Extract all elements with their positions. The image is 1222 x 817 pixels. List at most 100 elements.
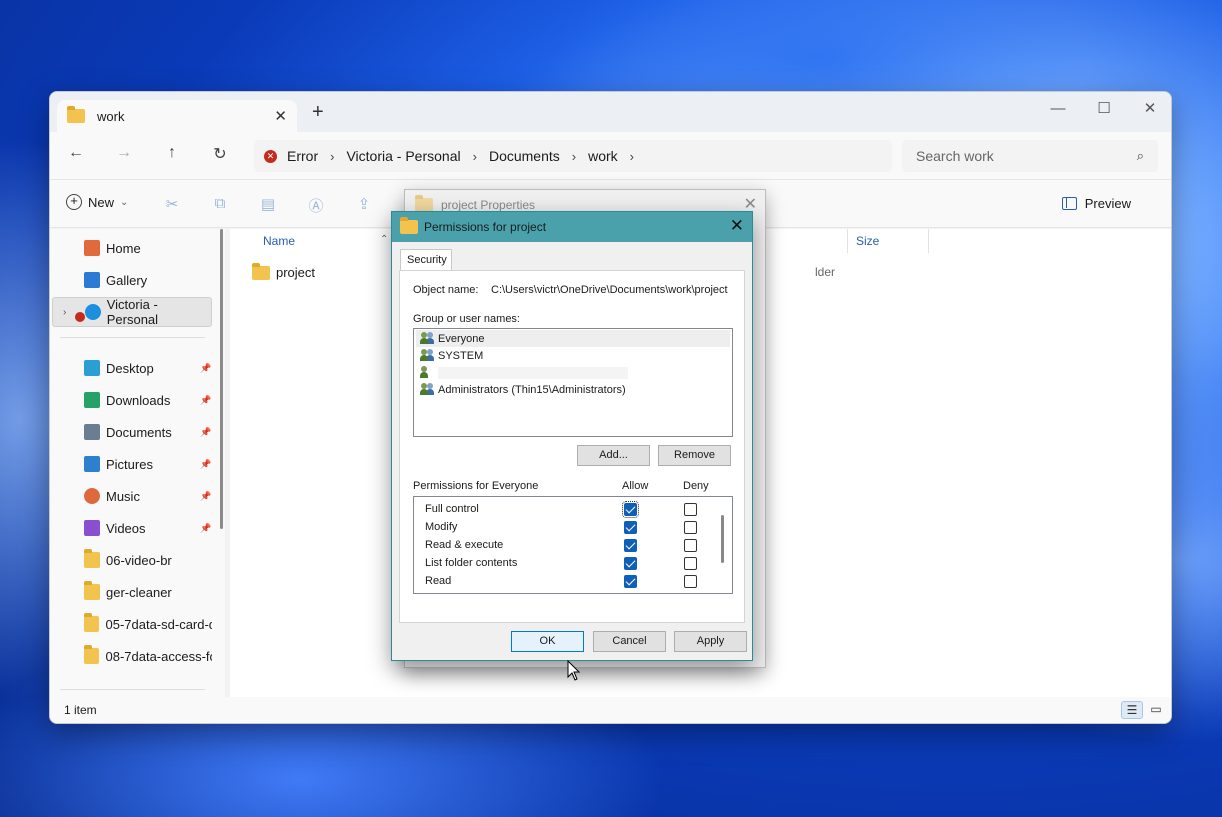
pin-icon: 📌 — [200, 426, 212, 437]
sidebar-item-victoria-personal[interactable]: › Victoria - Personal — [52, 297, 212, 327]
desktop-icon — [84, 360, 100, 376]
close-icon[interactable]: ✕ — [730, 217, 744, 235]
new-tab-button[interactable]: + — [312, 102, 324, 122]
tab-close-icon[interactable]: ✕ — [274, 107, 287, 125]
chevron-right-icon[interactable]: › — [624, 149, 640, 164]
tiles-view-icon[interactable]: ▭ — [1145, 701, 1167, 719]
permissions-scrollbar[interactable] — [721, 515, 724, 563]
sidebar-item-folder[interactable]: 06-video-br — [52, 545, 212, 575]
breadcrumb-work[interactable]: work — [582, 148, 624, 164]
breadcrumb: ✕ Error › Victoria - Personal › Document… — [254, 140, 892, 172]
sidebar-item-documents[interactable]: Documents 📌 — [52, 417, 212, 447]
deny-checkbox[interactable] — [684, 503, 697, 516]
permission-row-modify: Modify — [425, 521, 725, 539]
sidebar-item-videos[interactable]: Videos 📌 — [52, 513, 212, 543]
forward-button[interactable]: → — [112, 144, 136, 162]
users-listbox[interactable]: Everyone SYSTEM Administrators (Thin15\A… — [413, 328, 733, 437]
deny-checkbox[interactable] — [684, 539, 697, 552]
column-header-name[interactable]: Name — [263, 234, 295, 248]
add-button[interactable]: Add... — [577, 445, 650, 466]
file-type-text: lder — [815, 265, 836, 279]
refresh-button[interactable]: ↻ — [208, 144, 232, 164]
permission-row-list-folder-contents: List folder contents — [425, 557, 725, 575]
item-count: 1 item — [64, 703, 97, 717]
share-icon[interactable]: ⇪ — [354, 195, 374, 213]
pin-icon: 📌 — [200, 458, 212, 469]
details-view-icon[interactable]: ☰ — [1121, 701, 1143, 719]
deny-checkbox[interactable] — [684, 557, 697, 570]
apply-button[interactable]: Apply — [674, 631, 747, 652]
sidebar-item-folder[interactable]: ger-cleaner — [52, 577, 212, 607]
pictures-icon — [84, 456, 100, 472]
sidebar-item-label: Downloads — [106, 392, 171, 408]
pin-icon: 📌 — [200, 522, 212, 533]
deny-checkbox[interactable] — [684, 521, 697, 534]
deny-column-header: Deny — [683, 480, 709, 492]
allow-checkbox[interactable] — [622, 501, 639, 518]
sidebar-item-label: Pictures — [106, 456, 153, 472]
user-icon — [420, 366, 434, 379]
user-group-icon — [420, 383, 434, 396]
sidebar-item-folder[interactable]: 05-7data-sd-card-dit — [52, 609, 212, 639]
dialog-titlebar: Permissions for project — [392, 212, 752, 242]
allow-checkbox[interactable] — [624, 557, 637, 570]
list-item[interactable]: SYSTEM — [416, 347, 730, 364]
sidebar-item-home[interactable]: Home — [52, 233, 212, 263]
list-item[interactable]: Administrators (Thin15\Administrators) — [416, 381, 730, 398]
chevron-right-icon[interactable]: › — [467, 149, 483, 164]
new-button[interactable]: + New ⌄ — [66, 194, 128, 210]
allow-checkbox[interactable] — [624, 593, 637, 594]
sidebar-item-folder[interactable]: 08-7data-access-fold — [52, 641, 212, 671]
back-button[interactable]: ← — [64, 144, 88, 162]
allow-checkbox[interactable] — [624, 521, 637, 534]
maximize-button[interactable]: ☐ — [1081, 98, 1127, 120]
chevron-right-icon[interactable]: › — [324, 149, 340, 164]
copy-icon[interactable]: ⧉ — [210, 195, 230, 212]
column-divider[interactable] — [847, 229, 848, 253]
object-name-value: C:\Users\victr\OneDrive\Documents\work\p… — [491, 284, 728, 296]
sidebar-item-downloads[interactable]: Downloads 📌 — [52, 385, 212, 415]
minimize-button[interactable]: — — [1035, 98, 1081, 120]
tab-security[interactable]: Security — [400, 249, 452, 271]
sidebar-item-desktop[interactable]: Desktop 📌 — [52, 353, 212, 383]
sidebar-item-label: 06-video-br — [106, 552, 172, 568]
tab-strip: work ✕ + — ☐ ✕ — [50, 92, 1171, 132]
search-input[interactable]: Search work ⌕ — [902, 140, 1158, 172]
divider — [60, 689, 205, 690]
breadcrumb-documents[interactable]: Documents — [483, 148, 566, 164]
allow-checkbox[interactable] — [624, 575, 637, 588]
sidebar-item-pictures[interactable]: Pictures 📌 — [52, 449, 212, 479]
close-button[interactable]: ✕ — [1127, 98, 1171, 120]
remove-button[interactable]: Remove — [658, 445, 731, 466]
deny-checkbox[interactable] — [684, 575, 697, 588]
breadcrumb-victoria-personal[interactable]: Victoria - Personal — [340, 148, 466, 164]
user-group-icon — [420, 332, 434, 345]
list-item[interactable]: project — [252, 262, 315, 280]
sidebar-item-label: 08-7data-access-fold — [105, 648, 212, 664]
ok-button[interactable]: OK — [511, 631, 584, 652]
tab-title: work — [97, 108, 125, 124]
cancel-button[interactable]: Cancel — [593, 631, 666, 652]
breadcrumb-error[interactable]: Error — [281, 148, 324, 164]
up-button[interactable]: ↑ — [160, 144, 184, 162]
pin-icon: 📌 — [200, 490, 212, 501]
cut-icon[interactable]: ✂ — [162, 195, 182, 213]
sidebar-item-gallery[interactable]: Gallery — [52, 265, 212, 295]
list-item[interactable]: Everyone — [416, 330, 730, 347]
column-header-size[interactable]: Size — [856, 234, 879, 248]
rename-icon[interactable]: Ⓐ — [306, 195, 326, 216]
chevron-right-icon[interactable]: › — [566, 149, 582, 164]
paste-icon[interactable]: ▤ — [258, 195, 278, 213]
chevron-right-icon[interactable]: › — [63, 307, 66, 318]
preview-button[interactable]: Preview — [1061, 196, 1131, 211]
folder-icon — [415, 195, 433, 212]
tab-work[interactable]: work ✕ — [57, 100, 297, 132]
permissions-dialog: Permissions for project ✕ Security Objec… — [391, 211, 753, 661]
sidebar-item-music[interactable]: Music 📌 — [52, 481, 212, 511]
list-item[interactable] — [416, 364, 730, 381]
nav-scrollbar[interactable] — [220, 229, 223, 529]
allow-checkbox[interactable] — [624, 539, 637, 552]
mouse-cursor-icon — [567, 660, 581, 681]
column-divider[interactable] — [928, 229, 929, 253]
deny-checkbox[interactable] — [684, 593, 697, 594]
